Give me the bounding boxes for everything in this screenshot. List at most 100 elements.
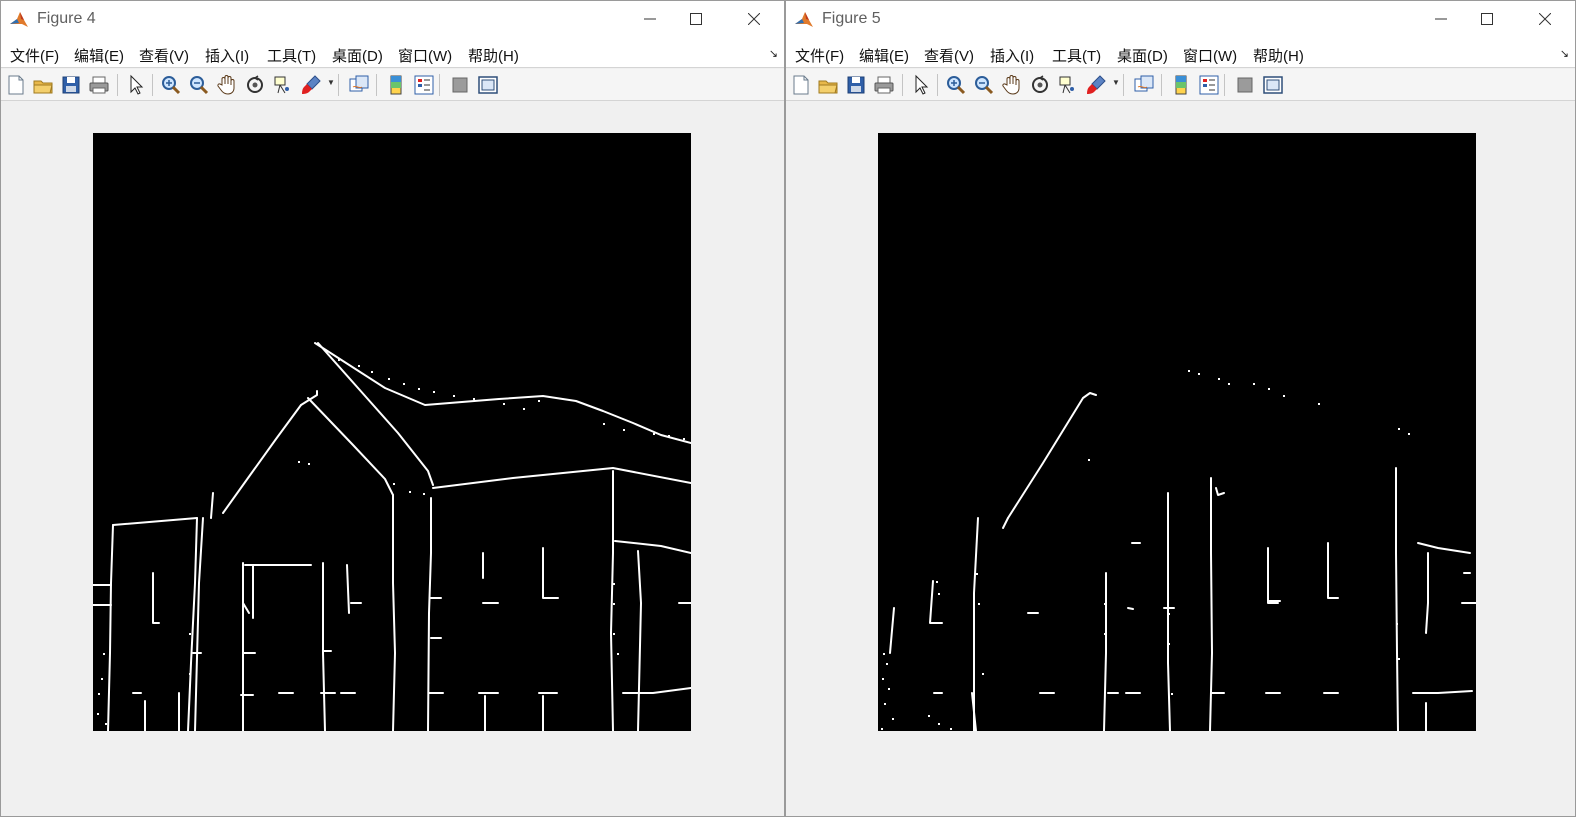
zoom-out-button[interactable] <box>972 73 996 97</box>
maximize-icon <box>690 13 702 25</box>
menu-item-3[interactable]: 插入(I) <box>205 45 249 66</box>
show-tools-button[interactable] <box>1261 73 1285 97</box>
toolbar-separator <box>1123 74 1124 96</box>
minimize-icon <box>1435 18 1447 20</box>
edit-plot-arrow-button[interactable] <box>909 73 933 97</box>
toolbar-separator <box>338 74 339 96</box>
minimize-button[interactable] <box>1418 1 1464 37</box>
toolbar-separator <box>1161 74 1162 96</box>
data-cursor-icon <box>274 76 289 94</box>
colorbar-icon <box>390 75 402 95</box>
save-button[interactable] <box>844 73 868 97</box>
toolbar-separator <box>376 74 377 96</box>
menu-item-2[interactable]: 查看(V) <box>924 45 974 66</box>
close-button[interactable] <box>731 1 777 37</box>
menu-item-0[interactable]: 文件(F) <box>10 45 59 66</box>
close-icon <box>748 13 760 25</box>
figure4-window: Figure 4 文件(F) 编辑(E) 查看(V) 插入(I) 工具(T) 桌面(D) 窗口… <box>0 0 785 817</box>
menu-item-6[interactable]: 窗口(W) <box>1183 45 1237 66</box>
close-button[interactable] <box>1522 1 1568 37</box>
menu-item-1[interactable]: 编辑(E) <box>74 45 124 66</box>
brush-dropdown-icon[interactable]: ▼ <box>327 78 335 87</box>
minimize-icon <box>644 18 656 20</box>
figure-toolbar: ▼ <box>786 69 1575 101</box>
menu-item-4[interactable]: 工具(T) <box>267 45 316 66</box>
menu-item-7[interactable]: 帮助(H) <box>468 45 519 66</box>
colorbar-button[interactable] <box>1169 73 1193 97</box>
print-button[interactable] <box>872 73 896 97</box>
pan-hand-icon <box>1002 75 1020 95</box>
zoom-out-button[interactable] <box>187 73 211 97</box>
toolbar-separator <box>439 74 440 96</box>
brush-button[interactable] <box>299 73 323 97</box>
zoom-in-button[interactable] <box>159 73 183 97</box>
brush-icon <box>1087 75 1106 94</box>
zoom-out-icon <box>190 76 209 95</box>
show-tools-icon <box>1263 76 1283 94</box>
show-tools-button[interactable] <box>476 73 500 97</box>
legend-button[interactable] <box>412 73 436 97</box>
colorbar-button[interactable] <box>384 73 408 97</box>
rotate-3d-button[interactable] <box>1028 73 1052 97</box>
menu-item-1[interactable]: 编辑(E) <box>859 45 909 66</box>
dock-arrow-icon[interactable]: ↘ <box>1560 47 1569 60</box>
rotate-3d-button[interactable] <box>243 73 267 97</box>
link-plot-icon <box>1134 75 1154 92</box>
save-icon <box>62 76 80 94</box>
menu-item-5[interactable]: 桌面(D) <box>1117 45 1168 66</box>
link-plot-button[interactable] <box>1132 73 1156 97</box>
brush-icon <box>302 75 321 94</box>
brush-dropdown-icon[interactable]: ▼ <box>1112 78 1120 87</box>
brush-button[interactable] <box>1084 73 1108 97</box>
legend-button[interactable] <box>1197 73 1221 97</box>
colorbar-icon <box>1175 75 1187 95</box>
hide-tools-button[interactable] <box>448 73 472 97</box>
menu-item-3[interactable]: 插入(I) <box>990 45 1034 66</box>
dock-arrow-icon[interactable]: ↘ <box>769 47 778 60</box>
print-icon <box>89 76 109 94</box>
window-title: Figure 4 <box>37 10 96 27</box>
menu-item-7[interactable]: 帮助(H) <box>1253 45 1304 66</box>
edit-plot-arrow-icon <box>915 74 929 95</box>
hide-tools-icon <box>452 77 468 93</box>
title-bar[interactable]: Figure 4 <box>1 1 784 37</box>
pan-hand-button[interactable] <box>215 73 239 97</box>
print-button[interactable] <box>87 73 111 97</box>
pan-hand-button[interactable] <box>1000 73 1024 97</box>
open-file-button[interactable] <box>31 73 55 97</box>
save-button[interactable] <box>59 73 83 97</box>
edge-detection-image <box>881 370 1477 732</box>
open-file-button[interactable] <box>816 73 840 97</box>
maximize-button[interactable] <box>673 1 719 37</box>
legend-icon <box>414 75 434 95</box>
menu-item-6[interactable]: 窗口(W) <box>398 45 452 66</box>
link-plot-button[interactable] <box>347 73 371 97</box>
rotate-3d-icon <box>1032 75 1048 93</box>
data-cursor-button[interactable] <box>271 73 295 97</box>
menu-item-5[interactable]: 桌面(D) <box>332 45 383 66</box>
menu-item-4[interactable]: 工具(T) <box>1052 45 1101 66</box>
new-figure-button[interactable] <box>789 73 813 97</box>
menu-item-0[interactable]: 文件(F) <box>795 45 844 66</box>
menu-bar: 文件(F) 编辑(E) 查看(V) 插入(I) 工具(T) 桌面(D) 窗口(W) 帮助(H)… <box>786 37 1575 68</box>
title-bar[interactable]: Figure 5 <box>786 1 1575 37</box>
toolbar-separator <box>902 74 903 96</box>
legend-icon <box>1199 75 1219 95</box>
matlab-logo-icon <box>795 12 813 27</box>
open-file-icon <box>33 80 53 94</box>
image-axes[interactable] <box>878 133 1477 732</box>
minimize-button[interactable] <box>627 1 673 37</box>
zoom-in-icon <box>947 76 966 95</box>
data-cursor-button[interactable] <box>1056 73 1080 97</box>
hide-tools-button[interactable] <box>1233 73 1257 97</box>
new-figure-button[interactable] <box>4 73 28 97</box>
edit-plot-arrow-button[interactable] <box>124 73 148 97</box>
zoom-in-button[interactable] <box>944 73 968 97</box>
menu-bar: 文件(F) 编辑(E) 查看(V) 插入(I) 工具(T) 桌面(D) 窗口(W) 帮助(H)… <box>1 37 784 68</box>
link-plot-icon <box>349 75 369 92</box>
maximize-button[interactable] <box>1464 1 1510 37</box>
data-cursor-icon <box>1059 76 1074 94</box>
image-axes[interactable] <box>92 133 692 732</box>
menu-item-2[interactable]: 查看(V) <box>139 45 189 66</box>
zoom-out-icon <box>975 76 994 95</box>
